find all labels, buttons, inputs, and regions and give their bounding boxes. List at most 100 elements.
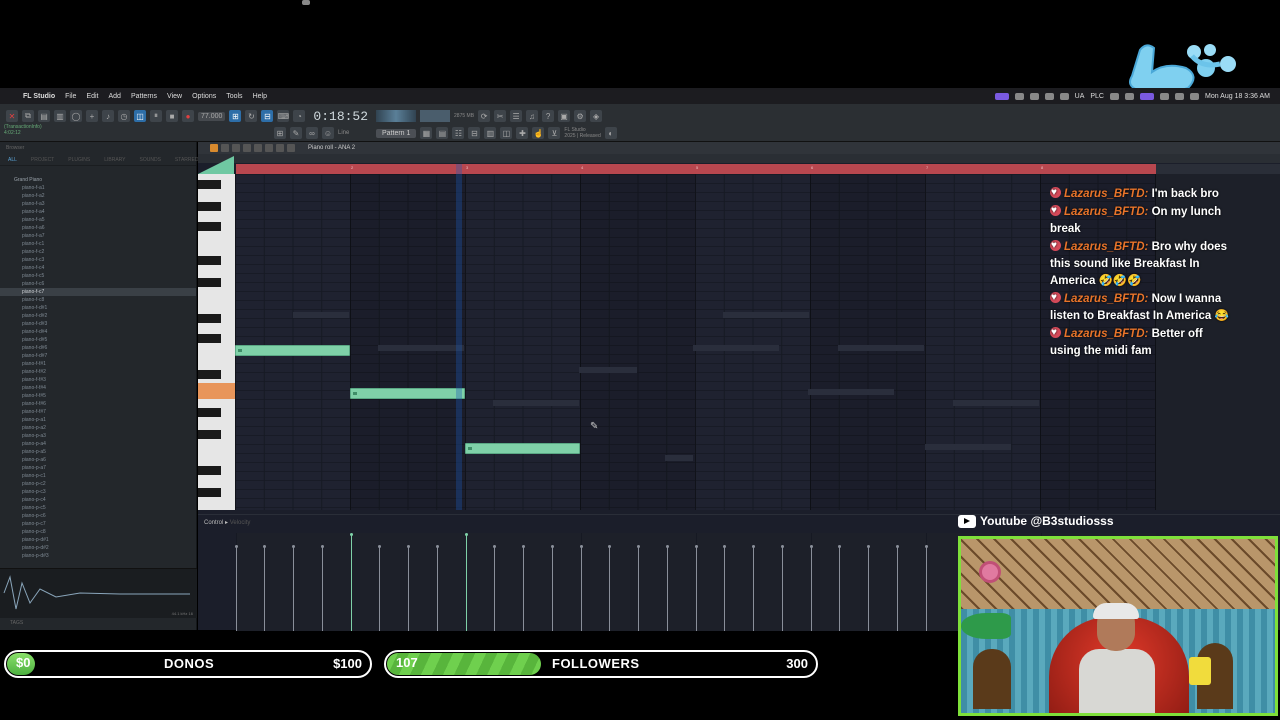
timeline-ruler[interactable]: 2 3 4 5 6 7 8: [236, 164, 1156, 174]
status-icon[interactable]: [1140, 92, 1154, 100]
browser-file-item[interactable]: piano-f-f#5: [0, 392, 196, 400]
record-icon[interactable]: ●: [182, 110, 194, 122]
menu-view[interactable]: View: [162, 93, 187, 100]
velocity-bar[interactable]: [321, 545, 324, 631]
black-key[interactable]: [198, 408, 221, 417]
velocity-bar[interactable]: [378, 545, 381, 631]
menu-file[interactable]: File: [60, 93, 81, 100]
status-icon[interactable]: [1029, 92, 1039, 100]
velocity-bar[interactable]: [781, 545, 784, 631]
velocity-bar[interactable]: [810, 545, 813, 631]
status-icon[interactable]: [1059, 92, 1069, 100]
search-icon[interactable]: [1175, 92, 1184, 100]
settings-icon[interactable]: ◐: [604, 127, 617, 139]
browser-file-item[interactable]: piano-f-a6: [0, 224, 196, 232]
browser-file-item[interactable]: piano-f-a2: [0, 192, 196, 200]
browser-file-item[interactable]: piano-p-a5: [0, 448, 196, 456]
browser-file-item[interactable]: piano-p-d#1: [0, 536, 196, 544]
snap-select[interactable]: Line: [338, 130, 372, 136]
tab-sounds[interactable]: SOUNDS: [140, 157, 161, 163]
step-icon[interactable]: ⊟: [261, 110, 274, 122]
menu-patterns[interactable]: Patterns: [126, 93, 162, 100]
velocity-bar[interactable]: [867, 545, 870, 631]
velocity-bar[interactable]: [896, 545, 899, 631]
piano-roll-icon[interactable]: ▤: [436, 127, 449, 139]
midi-note[interactable]: [235, 345, 350, 356]
clock[interactable]: Mon Aug 18 3:36 AM: [1205, 93, 1270, 100]
browser-file-item[interactable]: piano-f-f#1: [0, 360, 196, 368]
velocity-bar[interactable]: [235, 545, 238, 631]
channel-rack-icon[interactable]: ⊟: [468, 127, 481, 139]
browser-file-item[interactable]: piano-f-d#7: [0, 352, 196, 360]
browser-file-item[interactable]: piano-p-c3: [0, 488, 196, 496]
browser-file-item[interactable]: piano-f-c8: [0, 296, 196, 304]
delete-tool-icon[interactable]: [232, 144, 240, 152]
black-key[interactable]: [198, 202, 221, 211]
browser-file-item[interactable]: piano-f-a5: [0, 216, 196, 224]
status-icon[interactable]: [1110, 92, 1119, 100]
step-seq-icon[interactable]: ▦: [420, 127, 433, 139]
playback-tool-icon[interactable]: [287, 144, 295, 152]
browser-folder[interactable]: Grand Piano: [0, 176, 196, 184]
tag-icon[interactable]: ◈: [590, 110, 603, 122]
metronome-icon[interactable]: ◷: [118, 110, 130, 122]
song-mode-icon[interactable]: ◫: [134, 110, 146, 122]
browser-file-item[interactable]: piano-f-c3: [0, 256, 196, 264]
clipboard-icon[interactable]: ▥: [54, 110, 66, 122]
velocity-bar[interactable]: [723, 545, 726, 631]
black-key[interactable]: [198, 314, 221, 323]
browser-file-item[interactable]: piano-f-d#3: [0, 320, 196, 328]
pencil-icon[interactable]: ✎: [290, 127, 302, 139]
help-icon[interactable]: ?: [542, 110, 555, 122]
velocity-bar[interactable]: [580, 545, 583, 631]
paste-icon[interactable]: ▤: [38, 110, 50, 122]
midi-note[interactable]: [350, 388, 465, 399]
plc-status[interactable]: PLC: [1090, 93, 1104, 100]
velocity-bar[interactable]: [752, 545, 755, 631]
black-key[interactable]: [198, 222, 221, 231]
browser-file-item[interactable]: piano-p-a4: [0, 440, 196, 448]
menu-edit[interactable]: Edit: [81, 93, 103, 100]
add-icon[interactable]: +: [86, 110, 98, 122]
chat-icon[interactable]: ◯: [70, 110, 82, 122]
browser-file-item[interactable]: piano-p-c1: [0, 472, 196, 480]
browser-file-item[interactable]: piano-f-d#6: [0, 344, 196, 352]
browser-file-item[interactable]: piano-f-a3: [0, 200, 196, 208]
mute-tool-icon[interactable]: [243, 144, 251, 152]
browser-title[interactable]: Browser: [6, 145, 24, 151]
browser-file-item[interactable]: piano-p-c8: [0, 528, 196, 536]
browser-icon[interactable]: ▥: [484, 127, 497, 139]
pause-icon[interactable]: ⏸: [150, 110, 162, 122]
browser-file-item[interactable]: piano-f-c5: [0, 272, 196, 280]
browser-file-item[interactable]: piano-f-a1: [0, 184, 196, 192]
tab-project[interactable]: PROJECT: [31, 157, 54, 163]
menu-add[interactable]: Add: [104, 93, 126, 100]
browser-file-item[interactable]: piano-f-c6: [0, 280, 196, 288]
active-key[interactable]: [198, 383, 235, 399]
brush-tool-icon[interactable]: [221, 144, 229, 152]
mixer-icon[interactable]: ☰: [510, 110, 523, 122]
menu-options[interactable]: Options: [187, 93, 221, 100]
menu-tools[interactable]: Tools: [221, 93, 247, 100]
black-key[interactable]: [198, 180, 221, 189]
black-key[interactable]: [198, 256, 221, 265]
browser-file-item[interactable]: piano-p-c5: [0, 504, 196, 512]
velocity-bar[interactable]: [522, 545, 525, 631]
status-icon[interactable]: [1125, 92, 1134, 100]
plugin-picker-icon[interactable]: ◫: [500, 127, 513, 139]
black-key[interactable]: [198, 488, 221, 497]
pencil-tool-icon[interactable]: [210, 144, 218, 152]
velocity-bar[interactable]: [436, 545, 439, 631]
menu-help[interactable]: Help: [248, 93, 272, 100]
status-icon[interactable]: [1014, 92, 1024, 100]
link-icon[interactable]: ∞: [306, 127, 318, 139]
browser-file-item[interactable]: piano-f-f#3: [0, 376, 196, 384]
wifi-icon[interactable]: [1160, 92, 1169, 100]
velocity-bar[interactable]: [838, 545, 841, 631]
browser-file-item[interactable]: piano-f-a4: [0, 208, 196, 216]
black-key[interactable]: [198, 334, 221, 343]
cart-icon[interactable]: ⊻: [548, 127, 561, 139]
slice-tool-icon[interactable]: [254, 144, 262, 152]
black-key[interactable]: [198, 370, 221, 379]
browser-file-item[interactable]: piano-p-a1: [0, 416, 196, 424]
